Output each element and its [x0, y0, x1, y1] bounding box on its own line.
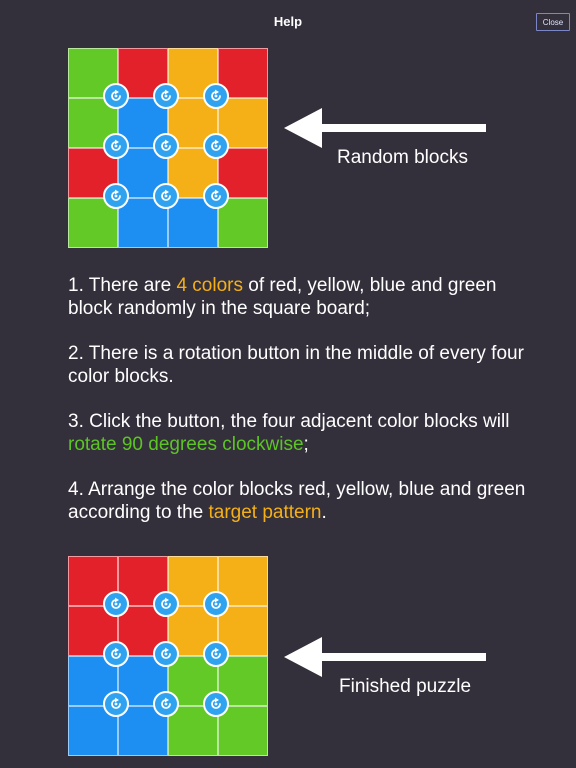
- rotate-button[interactable]: [203, 691, 229, 717]
- rotate-clockwise-icon: [209, 597, 223, 611]
- rotate-clockwise-icon: [209, 89, 223, 103]
- instruction-step-1: 1. There are 4 colors of red, yellow, bl…: [68, 274, 538, 320]
- rotate-button[interactable]: [103, 641, 129, 667]
- rotate-clockwise-icon: [209, 139, 223, 153]
- rotate-button[interactable]: [203, 183, 229, 209]
- rotate-button[interactable]: [103, 133, 129, 159]
- arrow-left-icon: [284, 108, 486, 148]
- step-4-text-end: .: [321, 502, 327, 523]
- instruction-step-4: 4. Arrange the color blocks red, yellow,…: [68, 478, 538, 524]
- instruction-step-2: 2. There is a rotation button in the mid…: [68, 342, 538, 388]
- rotate-button[interactable]: [153, 133, 179, 159]
- rotate-button[interactable]: [103, 691, 129, 717]
- step-3-highlight: rotate 90 degrees clockwise: [68, 434, 304, 455]
- rotate-button[interactable]: [153, 641, 179, 667]
- page-title: Help: [273, 14, 303, 29]
- rotate-button[interactable]: [153, 591, 179, 617]
- rotate-clockwise-icon: [159, 89, 173, 103]
- rotate-button[interactable]: [203, 591, 229, 617]
- rotate-button[interactable]: [203, 641, 229, 667]
- rotate-clockwise-icon: [159, 597, 173, 611]
- finished-puzzle-caption: Finished puzzle: [339, 676, 472, 697]
- rotate-button[interactable]: [153, 691, 179, 717]
- rotate-clockwise-icon: [159, 697, 173, 711]
- step-1-highlight: 4 colors: [176, 275, 243, 296]
- rotate-clockwise-icon: [209, 189, 223, 203]
- color-block-green: [218, 706, 268, 756]
- rotate-clockwise-icon: [109, 597, 123, 611]
- rotate-clockwise-icon: [109, 189, 123, 203]
- rotate-button[interactable]: [153, 183, 179, 209]
- step-3-text-end: ;: [303, 434, 309, 455]
- rotate-clockwise-icon: [159, 189, 173, 203]
- step-2-text: 2. There is a rotation button in the mid…: [68, 343, 524, 387]
- rotate-clockwise-icon: [109, 89, 123, 103]
- rotate-clockwise-icon: [209, 647, 223, 661]
- instruction-step-3: 3. Click the button, the four adjacent c…: [68, 410, 538, 456]
- close-button[interactable]: Close: [536, 13, 570, 31]
- rotate-clockwise-icon: [209, 697, 223, 711]
- rotate-button[interactable]: [153, 83, 179, 109]
- rotate-clockwise-icon: [159, 139, 173, 153]
- step-1-text: 1. There are: [68, 275, 177, 296]
- arrow-left-icon: [284, 637, 486, 677]
- rotate-clockwise-icon: [109, 139, 123, 153]
- rotate-clockwise-icon: [109, 697, 123, 711]
- rotate-button[interactable]: [103, 183, 129, 209]
- instructions: 1. There are 4 colors of red, yellow, bl…: [68, 274, 538, 546]
- rotate-button[interactable]: [203, 83, 229, 109]
- rotate-button[interactable]: [203, 133, 229, 159]
- random-blocks-caption: Random blocks: [337, 147, 468, 168]
- color-block-green: [218, 198, 268, 248]
- rotate-clockwise-icon: [159, 647, 173, 661]
- rotate-button[interactable]: [103, 591, 129, 617]
- rotate-clockwise-icon: [109, 647, 123, 661]
- step-4-highlight: target pattern: [208, 502, 322, 523]
- step-3-text: 3. Click the button, the four adjacent c…: [68, 411, 510, 432]
- rotate-button[interactable]: [103, 83, 129, 109]
